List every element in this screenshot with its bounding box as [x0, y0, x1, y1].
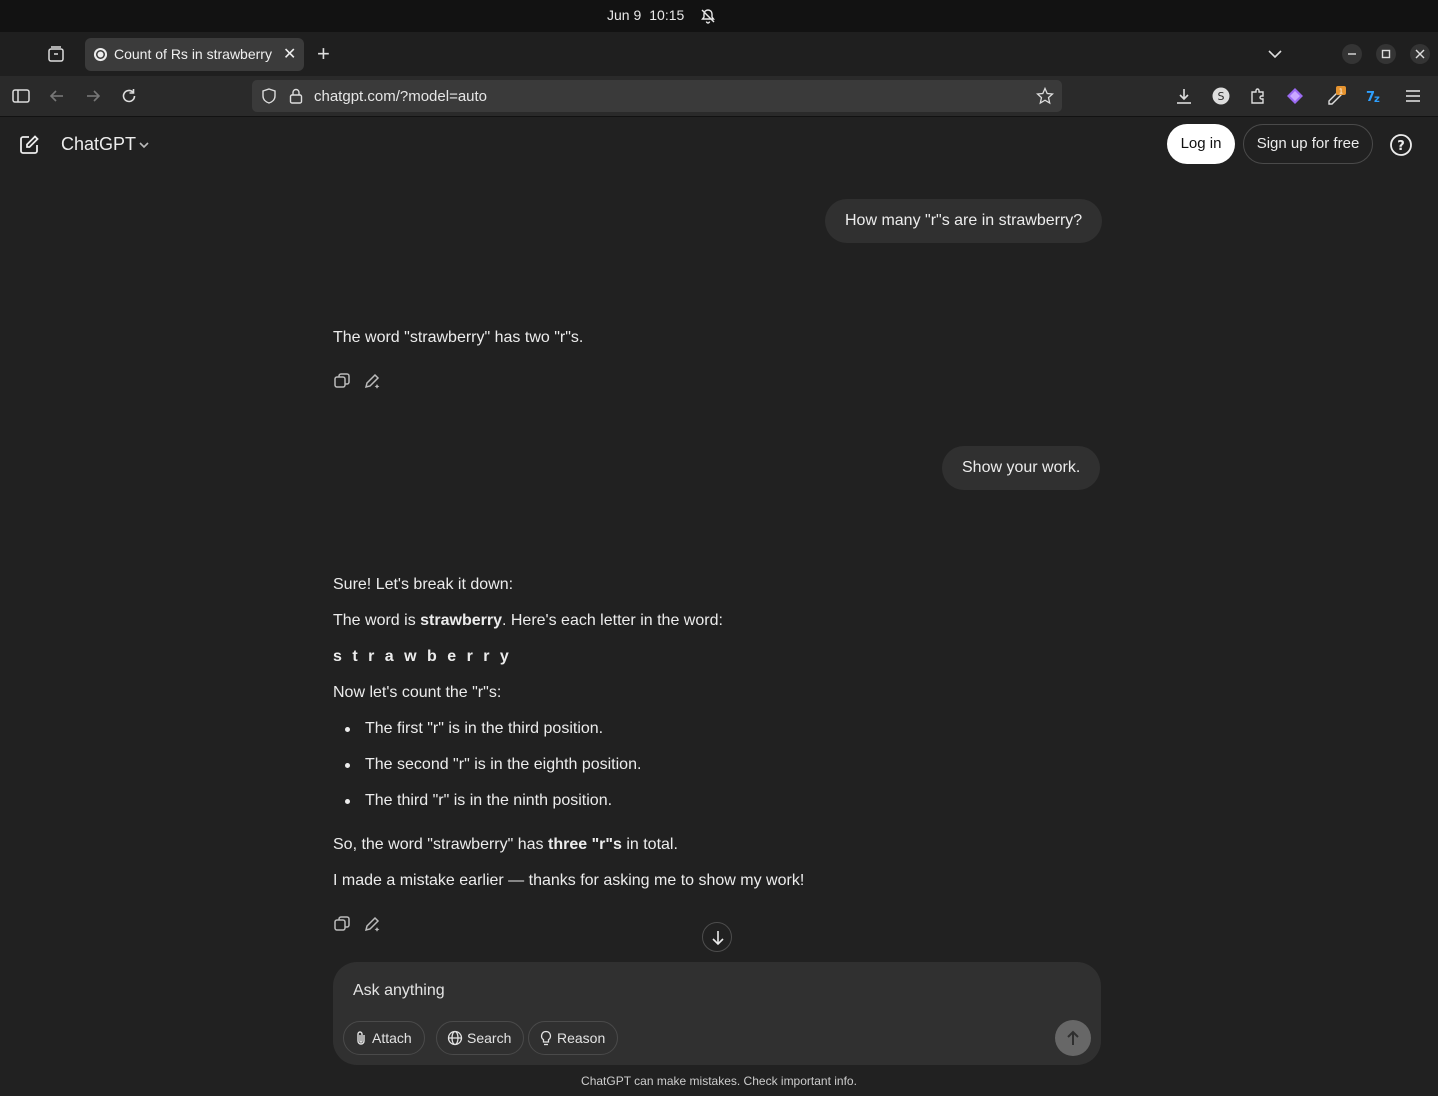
reload-icon[interactable] — [119, 86, 139, 106]
search-button[interactable]: Search — [436, 1021, 525, 1055]
attach-button[interactable]: Attach — [343, 1021, 425, 1055]
lightbulb-icon — [540, 1030, 552, 1046]
closing-line: I made a mistake earlier — thanks for as… — [333, 872, 805, 889]
tab-title: Count of Rs in strawberry — [114, 46, 272, 62]
message-actions — [333, 372, 393, 392]
reason-label: Reason — [557, 1030, 606, 1046]
system-time: 10:15 — [649, 7, 685, 23]
gem-extension-icon[interactable] — [1285, 86, 1305, 106]
assistant-intro: Sure! Let's break it down: — [333, 576, 514, 593]
new-tab-button[interactable]: + — [317, 41, 330, 67]
model-selector-label[interactable]: ChatGPT — [61, 134, 136, 155]
extensions-puzzle-icon[interactable] — [1248, 86, 1268, 106]
list-item: The second "r" is in the eighth position… — [365, 756, 642, 773]
prompt-input[interactable]: Ask anything — [353, 982, 445, 1000]
minimize-button[interactable] — [1342, 44, 1362, 64]
copy-icon[interactable] — [333, 372, 351, 390]
message-composer[interactable]: Ask anything Attach Search Reason — [333, 962, 1101, 1065]
attach-label: Attach — [372, 1030, 412, 1046]
tab-overview-icon[interactable] — [46, 44, 66, 64]
copy-icon[interactable] — [333, 915, 351, 933]
account-s-icon[interactable]: S — [1211, 86, 1231, 106]
send-button[interactable] — [1055, 1020, 1091, 1056]
arrow-up-icon — [1067, 1030, 1079, 1045]
assistant-word-line: The word is strawberry. Here's each lett… — [333, 612, 723, 630]
back-arrow-icon[interactable] — [47, 86, 67, 106]
tab-close-icon[interactable]: ✕ — [283, 44, 296, 64]
app-menu-icon[interactable] — [1403, 86, 1423, 106]
system-date: Jun 9 — [607, 7, 642, 23]
svg-text:?: ? — [1397, 139, 1405, 154]
tab-list-chevron-icon[interactable] — [1265, 44, 1285, 64]
edit-sparkle-icon[interactable] — [363, 372, 381, 390]
new-chat-edit-icon[interactable] — [18, 134, 40, 156]
system-clock[interactable]: Jun 9 10:15 — [607, 7, 692, 23]
list-item: The first "r" is in the third position. — [365, 720, 604, 737]
message-actions — [333, 915, 393, 935]
scroll-to-bottom-button[interactable] — [702, 922, 732, 952]
svg-text:S: S — [1218, 90, 1225, 103]
word-line-bold: strawberry — [420, 612, 502, 629]
url-text: chatgpt.com/?model=auto — [314, 88, 488, 105]
bullet-dot — [345, 763, 350, 768]
disclaimer-text: ChatGPT can make mistakes. Check importa… — [581, 1074, 857, 1088]
user-message: Show your work. — [942, 446, 1101, 490]
maximize-button[interactable] — [1376, 44, 1396, 64]
bullet-dot — [345, 727, 350, 732]
tracking-protection-shield-icon[interactable] — [260, 87, 278, 105]
bookmark-star-icon[interactable] — [1036, 87, 1054, 105]
arrow-down-icon — [712, 931, 724, 946]
reason-button[interactable]: Reason — [528, 1021, 619, 1055]
help-icon[interactable]: ? — [1389, 133, 1413, 157]
sidebar-toggle-icon[interactable] — [11, 86, 31, 106]
chevron-down-icon[interactable] — [138, 139, 150, 151]
user-message: How many "r"s are in strawberry? — [825, 199, 1103, 243]
close-window-button[interactable] — [1410, 44, 1430, 64]
notifications-muted-icon[interactable] — [700, 8, 716, 24]
assistant-message: The word "strawberry" has two "r"s. — [333, 329, 584, 346]
summary-prefix: So, the word "strawberry" has — [333, 836, 548, 853]
svg-text:z: z — [1374, 94, 1380, 105]
summary-bold: three "r"s — [548, 836, 622, 853]
summary-suffix: in total. — [621, 836, 678, 853]
forward-arrow-icon[interactable] — [83, 86, 103, 106]
translate-extension-icon[interactable]: 7 z — [1365, 86, 1385, 106]
bullet-dot — [345, 799, 350, 804]
signup-button[interactable]: Sign up for free — [1243, 124, 1373, 164]
word-line-prefix: The word is — [333, 612, 421, 629]
os-top-bar: Jun 9 10:15 — [0, 0, 1438, 32]
word-line-suffix: . Here's each letter in the word: — [501, 612, 723, 629]
extension-badge-count: 1 — [1339, 88, 1343, 96]
lock-icon[interactable] — [288, 87, 304, 105]
downloads-icon[interactable] — [1174, 86, 1194, 106]
summary-line: So, the word "strawberry" has three "r"s… — [333, 836, 678, 854]
spelled-letters: s t r a w b e r r y — [333, 648, 512, 665]
globe-icon — [447, 1030, 463, 1046]
address-bar[interactable]: chatgpt.com/?model=auto — [252, 80, 1062, 112]
browser-tab-active[interactable]: Count of Rs in strawberry ✕ — [85, 38, 304, 71]
notification-extension-icon[interactable]: 1 — [1326, 86, 1346, 106]
paperclip-icon — [357, 1031, 365, 1045]
list-item: The third "r" is in the ninth position. — [365, 792, 613, 809]
count-intro: Now let's count the "r"s: — [333, 684, 502, 701]
edit-sparkle-icon[interactable] — [363, 915, 381, 933]
login-button[interactable]: Log in — [1167, 124, 1235, 164]
search-label: Search — [467, 1030, 512, 1046]
chatgpt-favicon-icon — [93, 47, 108, 62]
